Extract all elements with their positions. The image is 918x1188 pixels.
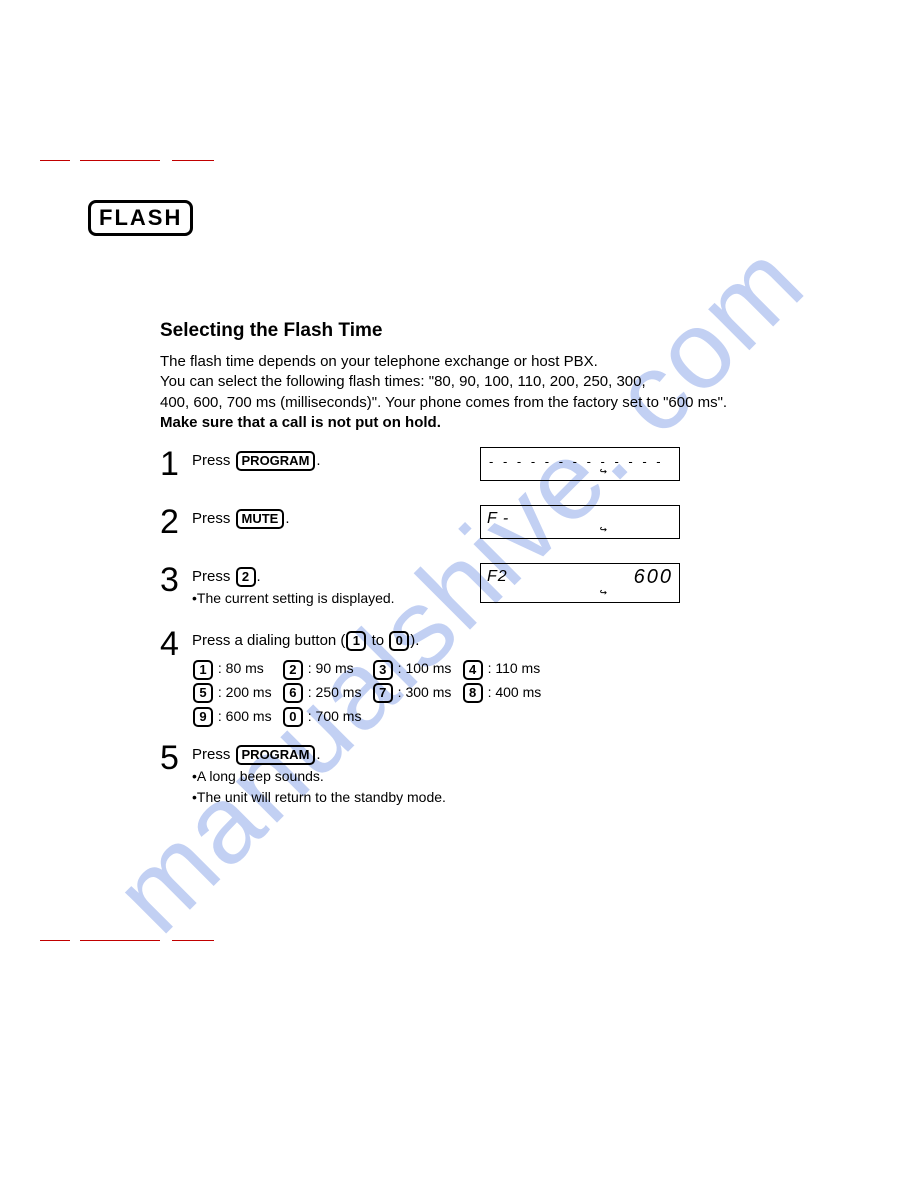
step-1: 1 Press PROGRAM. - - - - - - - - - - - -…: [160, 451, 780, 493]
digit-key: 8: [463, 683, 483, 703]
option: 8 : 400 ms: [462, 681, 548, 705]
digit-key: 0: [283, 707, 303, 727]
intro-text: You can select the following flash times…: [160, 373, 646, 390]
steps-list: 1 Press PROGRAM. - - - - - - - - - - - -…: [160, 451, 780, 807]
press-label: Press: [192, 568, 230, 585]
digit-key: 4: [463, 660, 483, 680]
step-body: Press PROGRAM. •A long beep sounds. •The…: [192, 745, 780, 807]
digit-key: 9: [193, 707, 213, 727]
arrow-icon: ↪: [600, 522, 607, 536]
digit-key: 7: [373, 683, 393, 703]
option-value: : 100 ms: [398, 660, 452, 676]
intro-warning: Make sure that a call is not put on hold: [160, 414, 437, 431]
flash-button-graphic: FLASH: [88, 200, 193, 236]
option-value: : 90 ms: [308, 660, 354, 676]
period: .: [316, 452, 320, 469]
intro-text: The flash time depends on your telephone…: [160, 353, 598, 370]
program-key: PROGRAM: [236, 745, 316, 765]
option: 2 : 90 ms: [282, 657, 368, 681]
option-value: : 700 ms: [308, 708, 362, 724]
lcd-text-left: F -: [487, 510, 509, 528]
digit-key: 2: [283, 660, 303, 680]
digit-key: 5: [193, 683, 213, 703]
intro-text: 400, 600, 700 ms (milliseconds)". Your p…: [160, 394, 727, 411]
step-number: 5: [160, 741, 192, 775]
option: 1 : 80 ms: [192, 657, 278, 681]
step-2: 2 Press MUTE. F - ↪: [160, 509, 780, 551]
step-3: 3 Press 2. •The current setting is displ…: [160, 567, 780, 615]
period: .: [285, 510, 289, 527]
options-grid: 1 : 80 ms 2 : 90 ms 3 : 100 ms 4 : 110 m…: [192, 657, 780, 728]
option-value: : 250 ms: [308, 684, 362, 700]
step-5: 5 Press PROGRAM. •A long beep sounds. •T…: [160, 745, 780, 807]
option-value: : 400 ms: [488, 684, 542, 700]
step-text-end: ).: [410, 632, 419, 649]
rule-segment: [40, 940, 70, 941]
rule-segment: [172, 940, 214, 941]
intro-paragraph: The flash time depends on your telephone…: [160, 352, 780, 433]
option: 7 : 300 ms: [372, 681, 458, 705]
option-value: : 200 ms: [218, 684, 272, 700]
step-4: 4 Press a dialing button (1 to 0). 1 : 8…: [160, 631, 780, 729]
mute-key: MUTE: [236, 509, 285, 529]
lcd-text-right: 600: [634, 566, 673, 589]
press-label: Press: [192, 510, 230, 527]
digit-0-key: 0: [389, 631, 409, 651]
step-number: 2: [160, 505, 192, 539]
option: 5 : 200 ms: [192, 681, 278, 705]
program-key: PROGRAM: [236, 451, 316, 471]
period: .: [316, 746, 320, 763]
step-number: 4: [160, 627, 192, 661]
option: 0 : 700 ms: [282, 705, 368, 729]
digit-1-key: 1: [346, 631, 366, 651]
lcd-text-left: F2: [487, 568, 508, 586]
digit-key: 3: [373, 660, 393, 680]
lcd-dashes: - - - - - - - - - - - - -: [489, 454, 671, 469]
digit-key: 6: [283, 683, 303, 703]
rule-segment: [80, 940, 160, 941]
option-value: : 300 ms: [398, 684, 452, 700]
press-label: Press: [192, 452, 230, 469]
step-number: 1: [160, 447, 192, 481]
rule-segment: [172, 160, 214, 161]
arrow-icon: ↪: [600, 464, 607, 478]
lcd-display-2: F - ↪: [480, 505, 680, 539]
press-label: Press: [192, 746, 230, 763]
step-note: •A long beep sounds.: [192, 767, 780, 786]
step-number: 3: [160, 563, 192, 597]
option: 6 : 250 ms: [282, 681, 368, 705]
step-body: Press a dialing button (1 to 0). 1 : 80 …: [192, 631, 780, 729]
lcd-display-3: F2 600 ↪: [480, 563, 680, 603]
option: 9 : 600 ms: [192, 705, 278, 729]
digit-2-key: 2: [236, 567, 256, 587]
option-value: : 600 ms: [218, 708, 272, 724]
step-note: •The unit will return to the standby mod…: [192, 788, 780, 807]
to-label: to: [372, 632, 385, 649]
section-title: Selecting the Flash Time: [160, 320, 780, 342]
lcd-display-1: - - - - - - - - - - - - - ↪: [480, 447, 680, 481]
option: 3 : 100 ms: [372, 657, 458, 681]
option-value: : 110 ms: [488, 660, 541, 676]
arrow-icon: ↪: [600, 585, 607, 599]
rule-segment: [40, 160, 70, 161]
period: .: [257, 568, 261, 585]
instruction-block: Selecting the Flash Time The flash time …: [160, 320, 780, 823]
step-text: Press a dialing button (: [192, 632, 345, 649]
digit-key: 1: [193, 660, 213, 680]
rule-segment: [80, 160, 160, 161]
option-value: : 80 ms: [218, 660, 264, 676]
option: 4 : 110 ms: [462, 657, 548, 681]
